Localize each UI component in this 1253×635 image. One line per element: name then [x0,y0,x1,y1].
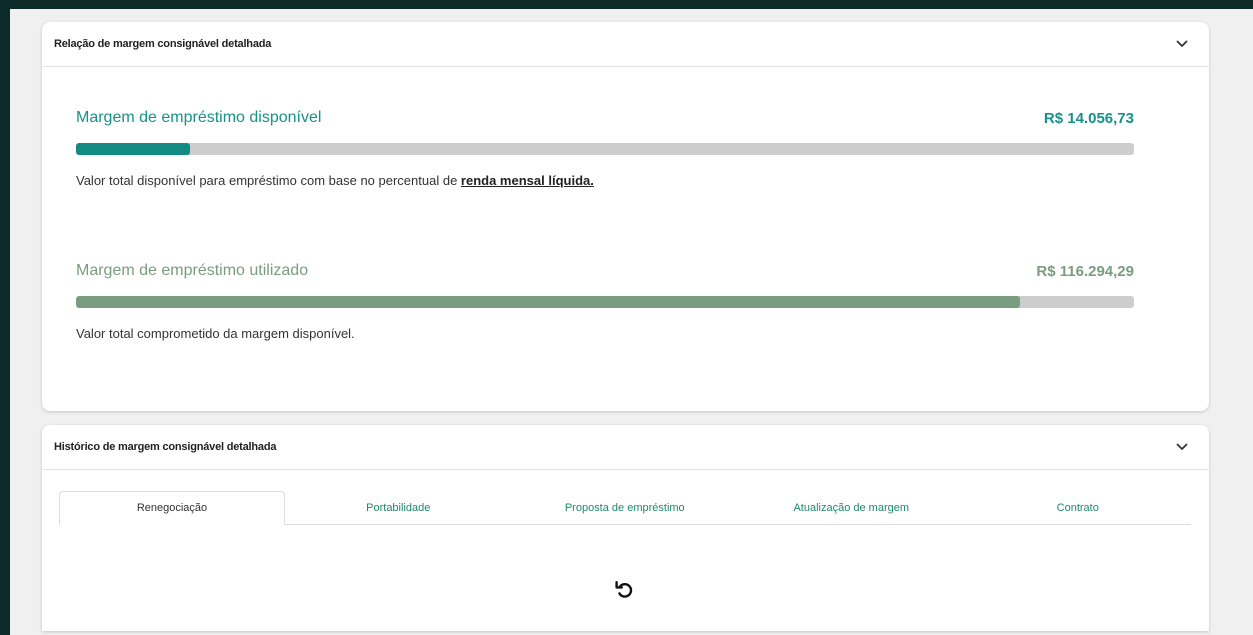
margin-history-card: Histórico de margem consignável detalhad… [42,425,1209,631]
available-margin-bar-fill [76,143,191,155]
available-margin-bar [76,143,1134,155]
used-margin-block: Margem de empréstimo utilizado R$ 116.29… [76,260,1134,341]
available-margin-value: R$ 14.056,73 [1043,109,1134,127]
chevron-down-icon[interactable] [1175,440,1189,454]
available-margin-description-text: Valor total disponível para empréstimo c… [76,173,461,188]
net-monthly-income-link[interactable]: renda mensal líquida. [461,173,594,188]
used-margin-bar [76,296,1134,308]
available-margin-description: Valor total disponível para empréstimo c… [76,173,1134,188]
margin-detail-card: Relação de margem consignável detalhada … [42,22,1209,411]
tab-atualizacao-margem[interactable]: Atualização de margem [738,491,965,524]
margin-history-title: Histórico de margem consignável detalhad… [54,441,277,453]
tab-proposta-emprestimo[interactable]: Proposta de empréstimo [512,491,739,524]
tab-contrato[interactable]: Contrato [965,491,1192,524]
reload-icon[interactable] [612,577,636,601]
available-margin-label: Margem de empréstimo disponível [76,109,322,126]
tab-renegociacao[interactable]: Renegociação [59,491,285,525]
margin-detail-header[interactable]: Relação de margem consignável detalhada [42,22,1209,67]
margin-detail-title: Relação de margem consignável detalhada [54,38,272,50]
tab-portabilidade[interactable]: Portabilidade [285,491,512,524]
available-margin-block: Margem de empréstimo disponível R$ 14.05… [76,107,1134,188]
history-tabs: Renegociação Portabilidade Proposta de e… [59,491,1191,525]
used-margin-label: Margem de empréstimo utilizado [76,262,309,279]
used-margin-description: Valor total comprometido da margem dispo… [76,326,355,341]
used-margin-bar-fill [76,296,1020,308]
chevron-down-icon[interactable] [1175,37,1189,51]
margin-history-header[interactable]: Histórico de margem consignável detalhad… [42,425,1209,470]
used-margin-value: R$ 116.294,29 [1036,262,1134,280]
